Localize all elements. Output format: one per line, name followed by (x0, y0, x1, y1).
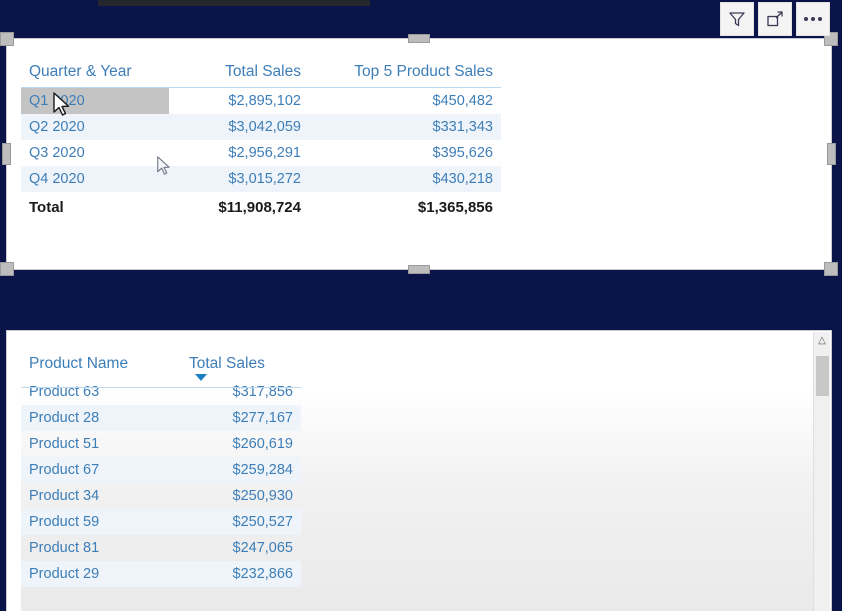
more-options-icon (804, 17, 822, 21)
table-row[interactable]: Q4 2020 $3,015,272 $430,218 (21, 166, 501, 192)
top-edge-strip (98, 0, 370, 6)
more-options-button[interactable] (796, 2, 830, 36)
cell-top5-sales[interactable]: $450,482 (309, 88, 501, 115)
focus-mode-button[interactable] (758, 2, 792, 36)
list-item[interactable]: Product 67 $259,284 (21, 457, 301, 483)
cell-product-name[interactable]: Product 28 (21, 405, 181, 431)
cell-total-sales[interactable]: $250,527 (181, 509, 301, 535)
total-top5-sales: $1,365,856 (417, 199, 493, 216)
focus-mode-icon (765, 9, 785, 29)
cell-total-sales[interactable]: $247,065 (181, 535, 301, 561)
vertical-scrollbar[interactable]: △ (813, 332, 830, 611)
cell-product-name[interactable]: Product 59 (21, 509, 181, 535)
cell-quarter[interactable]: Q4 2020 (21, 166, 169, 192)
cell-total-sales[interactable]: $2,956,291 (169, 140, 309, 166)
chevron-up-icon[interactable]: △ (814, 332, 830, 349)
products-header-row: Product Name Total Sales (21, 345, 301, 381)
cell-product-name[interactable]: Product 81 (21, 535, 181, 561)
products-table-visual[interactable]: Product Name Total Sales Product 63 $317… (6, 330, 832, 611)
cell-quarter[interactable]: Q2 2020 (21, 114, 169, 140)
table-row[interactable]: Q3 2020 $2,956,291 $395,626 (21, 140, 501, 166)
list-item[interactable]: Product 29 $232,866 (21, 561, 301, 587)
cell-total-sales[interactable]: $317,856 (181, 379, 301, 405)
visual-header-toolbar (720, 2, 830, 36)
summary-total-row: Total $11,908,724 $1,365,856 (21, 192, 501, 221)
column-header-total-sales-label: Total Sales (189, 355, 265, 372)
cell-quarter[interactable]: Q1 2020 (21, 87, 169, 114)
cell-quarter[interactable]: Q3 2020 (21, 140, 169, 166)
cell-top5-sales[interactable]: $395,626 (309, 140, 501, 166)
cell-product-name[interactable]: Product 51 (21, 431, 181, 457)
cell-product-name[interactable]: Product 34 (21, 483, 181, 509)
resize-handle-top-left[interactable] (0, 32, 14, 46)
resize-handle-bottom-left[interactable] (0, 262, 14, 276)
cell-total-sales[interactable]: $277,167 (181, 405, 301, 431)
table-row[interactable]: Q2 2020 $3,042,059 $331,343 (21, 114, 501, 140)
list-item[interactable]: Product 81 $247,065 (21, 535, 301, 561)
cell-product-name[interactable]: Product 67 (21, 457, 181, 483)
filter-icon (727, 9, 747, 29)
resize-handle-middle-left[interactable] (2, 143, 11, 165)
cell-total-sales[interactable]: $232,866 (181, 561, 301, 587)
resize-handle-bottom-center[interactable] (408, 265, 430, 274)
column-header-product-name[interactable]: Product Name (21, 345, 181, 379)
products-table[interactable]: Product Name Total Sales Product 63 $317… (21, 345, 301, 587)
products-header-rule (21, 387, 301, 388)
cell-top5-sales[interactable]: $331,343 (309, 114, 501, 140)
list-item[interactable]: Product 34 $250,930 (21, 483, 301, 509)
column-header-total-sales[interactable]: Total Sales (181, 345, 301, 381)
cell-total-sales[interactable]: $259,284 (181, 457, 301, 483)
total-label: Total (29, 199, 64, 216)
list-item[interactable]: Product 28 $277,167 (21, 405, 301, 431)
column-header-top5-product-sales[interactable]: Top 5 Product Sales (309, 53, 501, 88)
summary-header-row: Quarter & Year Total Sales Top 5 Product… (21, 53, 501, 88)
cell-product-name[interactable]: Product 63 (21, 379, 181, 405)
table-row[interactable]: Q1 2020 $2,895,102 $450,482 (21, 87, 501, 115)
total-total-sales: $11,908,724 (218, 199, 301, 216)
list-item[interactable]: Product 59 $250,527 (21, 509, 301, 535)
sort-descending-icon[interactable] (195, 374, 207, 381)
filter-button[interactable] (720, 2, 754, 36)
cell-total-sales[interactable]: $260,619 (181, 431, 301, 457)
scrollbar-thumb[interactable] (816, 356, 829, 396)
cell-product-name[interactable]: Product 29 (21, 561, 181, 587)
summary-table[interactable]: Quarter & Year Total Sales Top 5 Product… (21, 53, 501, 221)
cell-total-sales[interactable]: $3,015,272 (169, 166, 309, 192)
column-header-quarter-year[interactable]: Quarter & Year (21, 53, 169, 88)
cell-total-sales[interactable]: $2,895,102 (169, 88, 309, 115)
resize-handle-top-center[interactable] (408, 34, 430, 43)
resize-handle-middle-right[interactable] (827, 143, 836, 165)
cell-total-sales[interactable]: $250,930 (181, 483, 301, 509)
list-item[interactable]: Product 63 $317,856 (21, 379, 301, 405)
column-header-total-sales[interactable]: Total Sales (169, 53, 309, 88)
resize-handle-bottom-right[interactable] (824, 262, 838, 276)
summary-table-visual[interactable]: Quarter & Year Total Sales Top 5 Product… (0, 32, 838, 276)
cell-top5-sales[interactable]: $430,218 (309, 166, 501, 192)
cell-total-sales[interactable]: $3,042,059 (169, 114, 309, 140)
list-item[interactable]: Product 51 $260,619 (21, 431, 301, 457)
